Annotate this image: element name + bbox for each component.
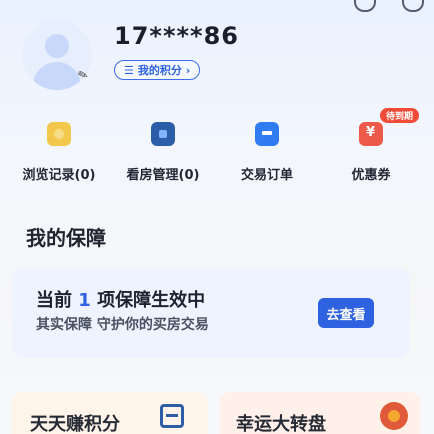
username: 17****86 <box>114 22 239 50</box>
view-button[interactable]: 去查看 <box>318 298 374 328</box>
wheel-icon <box>380 402 408 430</box>
quick-item-coupon[interactable]: 待到期 优惠券 <box>326 108 420 183</box>
insurance-card-title: 当前 1 项保障生效中 <box>36 286 205 312</box>
avatar-head <box>45 34 69 58</box>
banner-label: 天天赚积分 <box>30 414 120 434</box>
quick-item-label: 交易订单 <box>240 168 293 183</box>
insurance-title-prefix: 当前 <box>36 290 72 311</box>
quick-item-orders[interactable]: 交易订单 <box>222 112 312 183</box>
menu-icon: ☰ <box>124 63 134 77</box>
avatar-body <box>33 62 81 90</box>
top-right-icons <box>354 0 424 12</box>
section-title-my-insurance: 我的保障 <box>26 226 106 250</box>
quick-item-label: 优惠券 <box>351 168 391 183</box>
quick-item-history[interactable]: 浏览记录(0) <box>14 112 104 183</box>
quick-item-house[interactable]: 看房管理(0) <box>118 112 208 183</box>
wallet-icon <box>160 404 184 428</box>
my-points-label: 我的积分 › <box>137 64 191 77</box>
banner-lucky-wheel[interactable]: 幸运大转盘 <box>220 392 420 434</box>
insurance-card-subtitle: 其实保障 守护你的买房交易 <box>36 317 209 333</box>
my-points-button[interactable]: ☰ 我的积分 › <box>114 60 201 80</box>
service-icon[interactable] <box>354 0 376 12</box>
house-icon <box>151 122 175 146</box>
banner-earn-points[interactable]: 天天赚积分 <box>12 392 208 434</box>
insurance-count: 1 <box>78 290 91 311</box>
quick-item-label: 浏览记录(0) <box>22 168 96 183</box>
insurance-card[interactable]: 当前 1 项保障生效中 其实保障 守护你的买房交易 去查看 <box>12 268 410 358</box>
history-icon <box>47 122 71 146</box>
coupon-badge: 待到期 <box>380 108 420 123</box>
order-icon <box>255 122 279 146</box>
quick-entries: 浏览记录(0) 看房管理(0) 交易订单 待到期 优惠券 <box>0 108 434 192</box>
insurance-title-suffix: 项保障生效中 <box>97 290 206 311</box>
settings-icon[interactable] <box>402 0 424 12</box>
quick-item-label: 看房管理(0) <box>126 168 200 183</box>
banner-label: 幸运大转盘 <box>236 414 326 434</box>
coupon-icon <box>359 122 383 146</box>
